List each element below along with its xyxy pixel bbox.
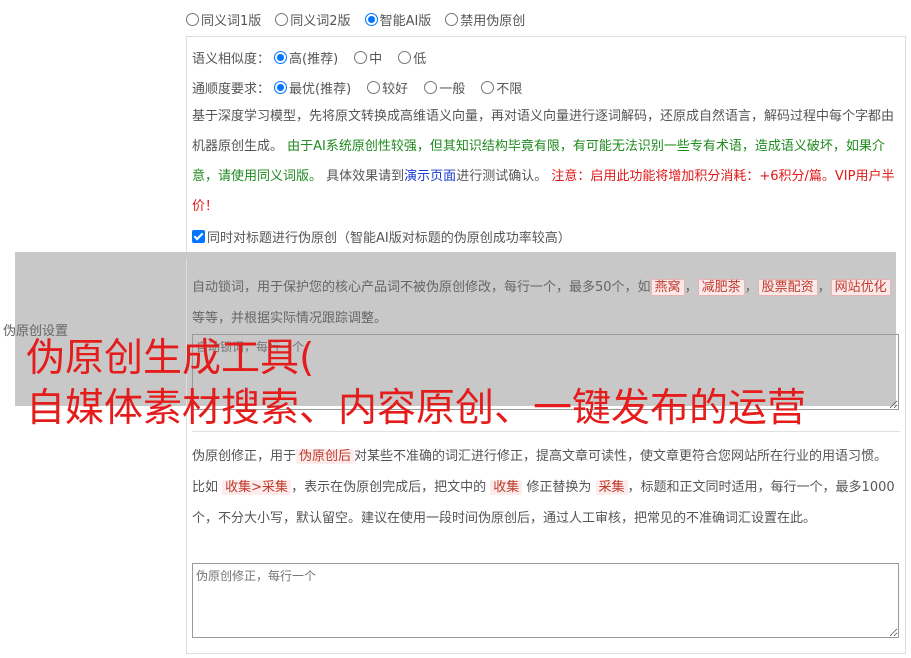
description-text: 进行测试确认。: [456, 169, 548, 184]
fluency-option-label: 一般: [439, 81, 466, 97]
radio-button-selected[interactable]: [274, 50, 288, 64]
correction-tag: 收集: [490, 480, 523, 495]
radio-button-selected[interactable]: [274, 80, 288, 94]
correction-description: 伪原创修正，用于 伪原创后 对某些不准确的词汇进行修正，提高文章可读性，使文章更符合…: [192, 441, 898, 534]
fluency-row: 通顺度要求： 最优(推荐) 较好 一般 不限: [192, 78, 538, 97]
version-option-label: 同义词1版: [201, 13, 262, 29]
similarity-option-medium[interactable]: 中: [354, 48, 382, 67]
title-rewrite-checkbox-row[interactable]: 同时对标题进行伪原创（智能AI版对标题的伪原创成功率较高）: [192, 227, 571, 246]
similarity-option-label: 高(推荐): [289, 51, 339, 67]
correction-tag: 伪原创后: [296, 449, 355, 464]
fluency-option-label: 不限: [496, 81, 523, 97]
version-radio-group: 同义词1版 同义词2版 智能AI版 禁用伪原创: [186, 10, 539, 29]
fluency-option-best[interactable]: 最优(推荐): [274, 78, 351, 97]
title-rewrite-label: 同时对标题进行伪原创（智能AI版对标题的伪原创成功率较高）: [207, 230, 571, 246]
fluency-option-label: 较好: [382, 81, 409, 97]
radio-button[interactable]: [445, 12, 459, 26]
correction-tag: 收集>采集: [222, 480, 292, 495]
title-rewrite-checkbox[interactable]: [192, 229, 205, 243]
correction-text: 伪原创修正，用于: [192, 449, 297, 464]
radio-button[interactable]: [481, 80, 495, 94]
section-divider: [192, 431, 900, 432]
radio-button[interactable]: [275, 12, 289, 26]
overlay-line-1: 伪原创生成工具(: [26, 336, 315, 381]
version-option-label: 智能AI版: [379, 13, 432, 29]
radio-button[interactable]: [186, 12, 199, 26]
ai-settings-panel: 语义相似度： 高(推荐) 中 低 通顺度要求： 最优(推荐) 较好 一般 不限 …: [186, 36, 906, 258]
correction-textarea[interactable]: [192, 563, 899, 638]
ai-description: 基于深度学习模型，先将原文转换成高维语义向量，再对语义向量进行逐词解码，还原成自…: [192, 102, 898, 222]
lock-word-tag: 股票配资: [757, 279, 818, 296]
fluency-option-unlimited[interactable]: 不限: [481, 78, 522, 97]
lock-words-description: 自动锁词，用于保护您的核心产品词不被伪原创修改，每行一个，最多50个，如 燕窝，减…: [192, 272, 898, 334]
lock-word-tag: 网站优化: [830, 279, 891, 296]
version-option-disable[interactable]: 禁用伪原创: [445, 10, 525, 29]
version-option-label: 同义词2版: [290, 13, 351, 29]
similarity-option-label: 低: [413, 51, 427, 67]
radio-button[interactable]: [354, 50, 368, 64]
description-text: 具体效果请到: [326, 169, 405, 184]
lock-words-text: 自动锁词，用于保护您的核心产品词不被伪原创修改，每行一个，最多50个，如: [192, 280, 651, 295]
similarity-option-low[interactable]: 低: [398, 48, 426, 67]
similarity-label: 语义相似度：: [192, 51, 271, 67]
lock-word-tag: 减肥茶: [697, 279, 745, 296]
version-option-label: 禁用伪原创: [460, 13, 526, 29]
fluency-option-label: 最优(推荐): [289, 81, 352, 97]
version-option-synonym-1[interactable]: 同义词1版: [186, 10, 261, 29]
correction-text: ，表示在伪原创完成后，把文中的: [291, 480, 487, 495]
fluency-option-normal[interactable]: 一般: [424, 78, 465, 97]
similarity-option-label: 中: [369, 51, 383, 67]
radio-button[interactable]: [367, 80, 381, 94]
similarity-option-high[interactable]: 高(推荐): [274, 48, 338, 67]
demo-page-link[interactable]: 演示页面: [404, 169, 456, 184]
version-option-synonym-2[interactable]: 同义词2版: [275, 10, 351, 29]
lock-word-tag: 燕窝: [650, 279, 685, 296]
correction-text: 修正替换为: [526, 480, 592, 495]
lock-words-text: 等等，并根据实际情况跟踪调整。: [192, 311, 388, 326]
radio-button-selected[interactable]: [364, 12, 378, 26]
fluency-option-good[interactable]: 较好: [367, 78, 408, 97]
similarity-row: 语义相似度： 高(推荐) 中 低: [192, 48, 442, 67]
radio-button[interactable]: [398, 50, 412, 64]
version-option-smart-ai[interactable]: 智能AI版: [364, 10, 432, 29]
correction-tag: 采集: [595, 480, 628, 495]
fluency-label: 通顺度要求：: [192, 81, 271, 97]
radio-button[interactable]: [424, 80, 438, 94]
